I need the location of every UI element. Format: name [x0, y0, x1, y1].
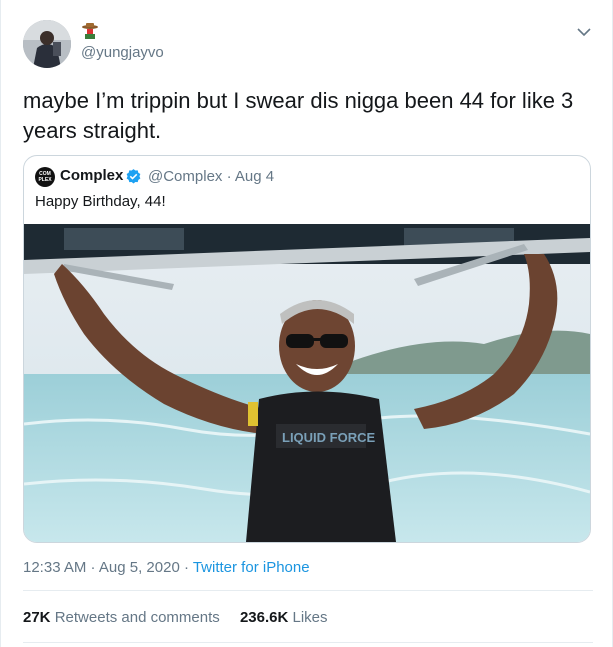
tweet-timestamp: 12:33 AM · Aug 5, 2020 · Twitter for iPh…	[23, 559, 310, 576]
cowboy-emoji-icon	[81, 22, 99, 40]
likes-count: 236.6K	[239, 609, 289, 626]
quoted-display-name: Complex	[60, 167, 124, 184]
chevron-down-icon[interactable]	[576, 24, 592, 40]
likes-stat[interactable]: 236.6K Likes	[240, 609, 328, 626]
tweet-text: maybe I’m trippin but I swear dis nigga …	[23, 88, 574, 143]
quoted-avatar: COM PLEX	[35, 167, 55, 187]
divider	[23, 590, 593, 591]
quoted-photo[interactable]: LIQUID FORCE	[24, 224, 590, 542]
likes-label: Likes	[292, 609, 328, 626]
tweet-stats: 27K Retweets and comments 236.6K Likes	[23, 609, 328, 626]
quoted-tweet-text: Happy Birthday, 44!	[35, 193, 166, 210]
retweets-label: Retweets and comments	[54, 609, 220, 626]
timestamp-text[interactable]: 12:33 AM · Aug 5, 2020 ·	[23, 559, 193, 576]
verified-badge-icon	[125, 168, 142, 185]
quoted-tweet[interactable]: COM PLEX Complex @Complex · Aug 4 Happy …	[23, 155, 591, 543]
quoted-handle-date: @Complex · Aug 4	[148, 168, 275, 185]
divider	[23, 642, 593, 643]
retweets-count: 27K	[23, 609, 51, 626]
vest-logo: LIQUID FORCE	[282, 430, 375, 445]
source-link[interactable]: Twitter for iPhone	[193, 559, 310, 576]
avatar[interactable]	[23, 20, 71, 68]
user-handle[interactable]: @yungjayvo	[81, 44, 164, 61]
tweet-card: @yungjayvo maybe I’m trippin but I swear…	[0, 0, 613, 647]
retweets-stat[interactable]: 27K Retweets and comments	[23, 609, 220, 626]
